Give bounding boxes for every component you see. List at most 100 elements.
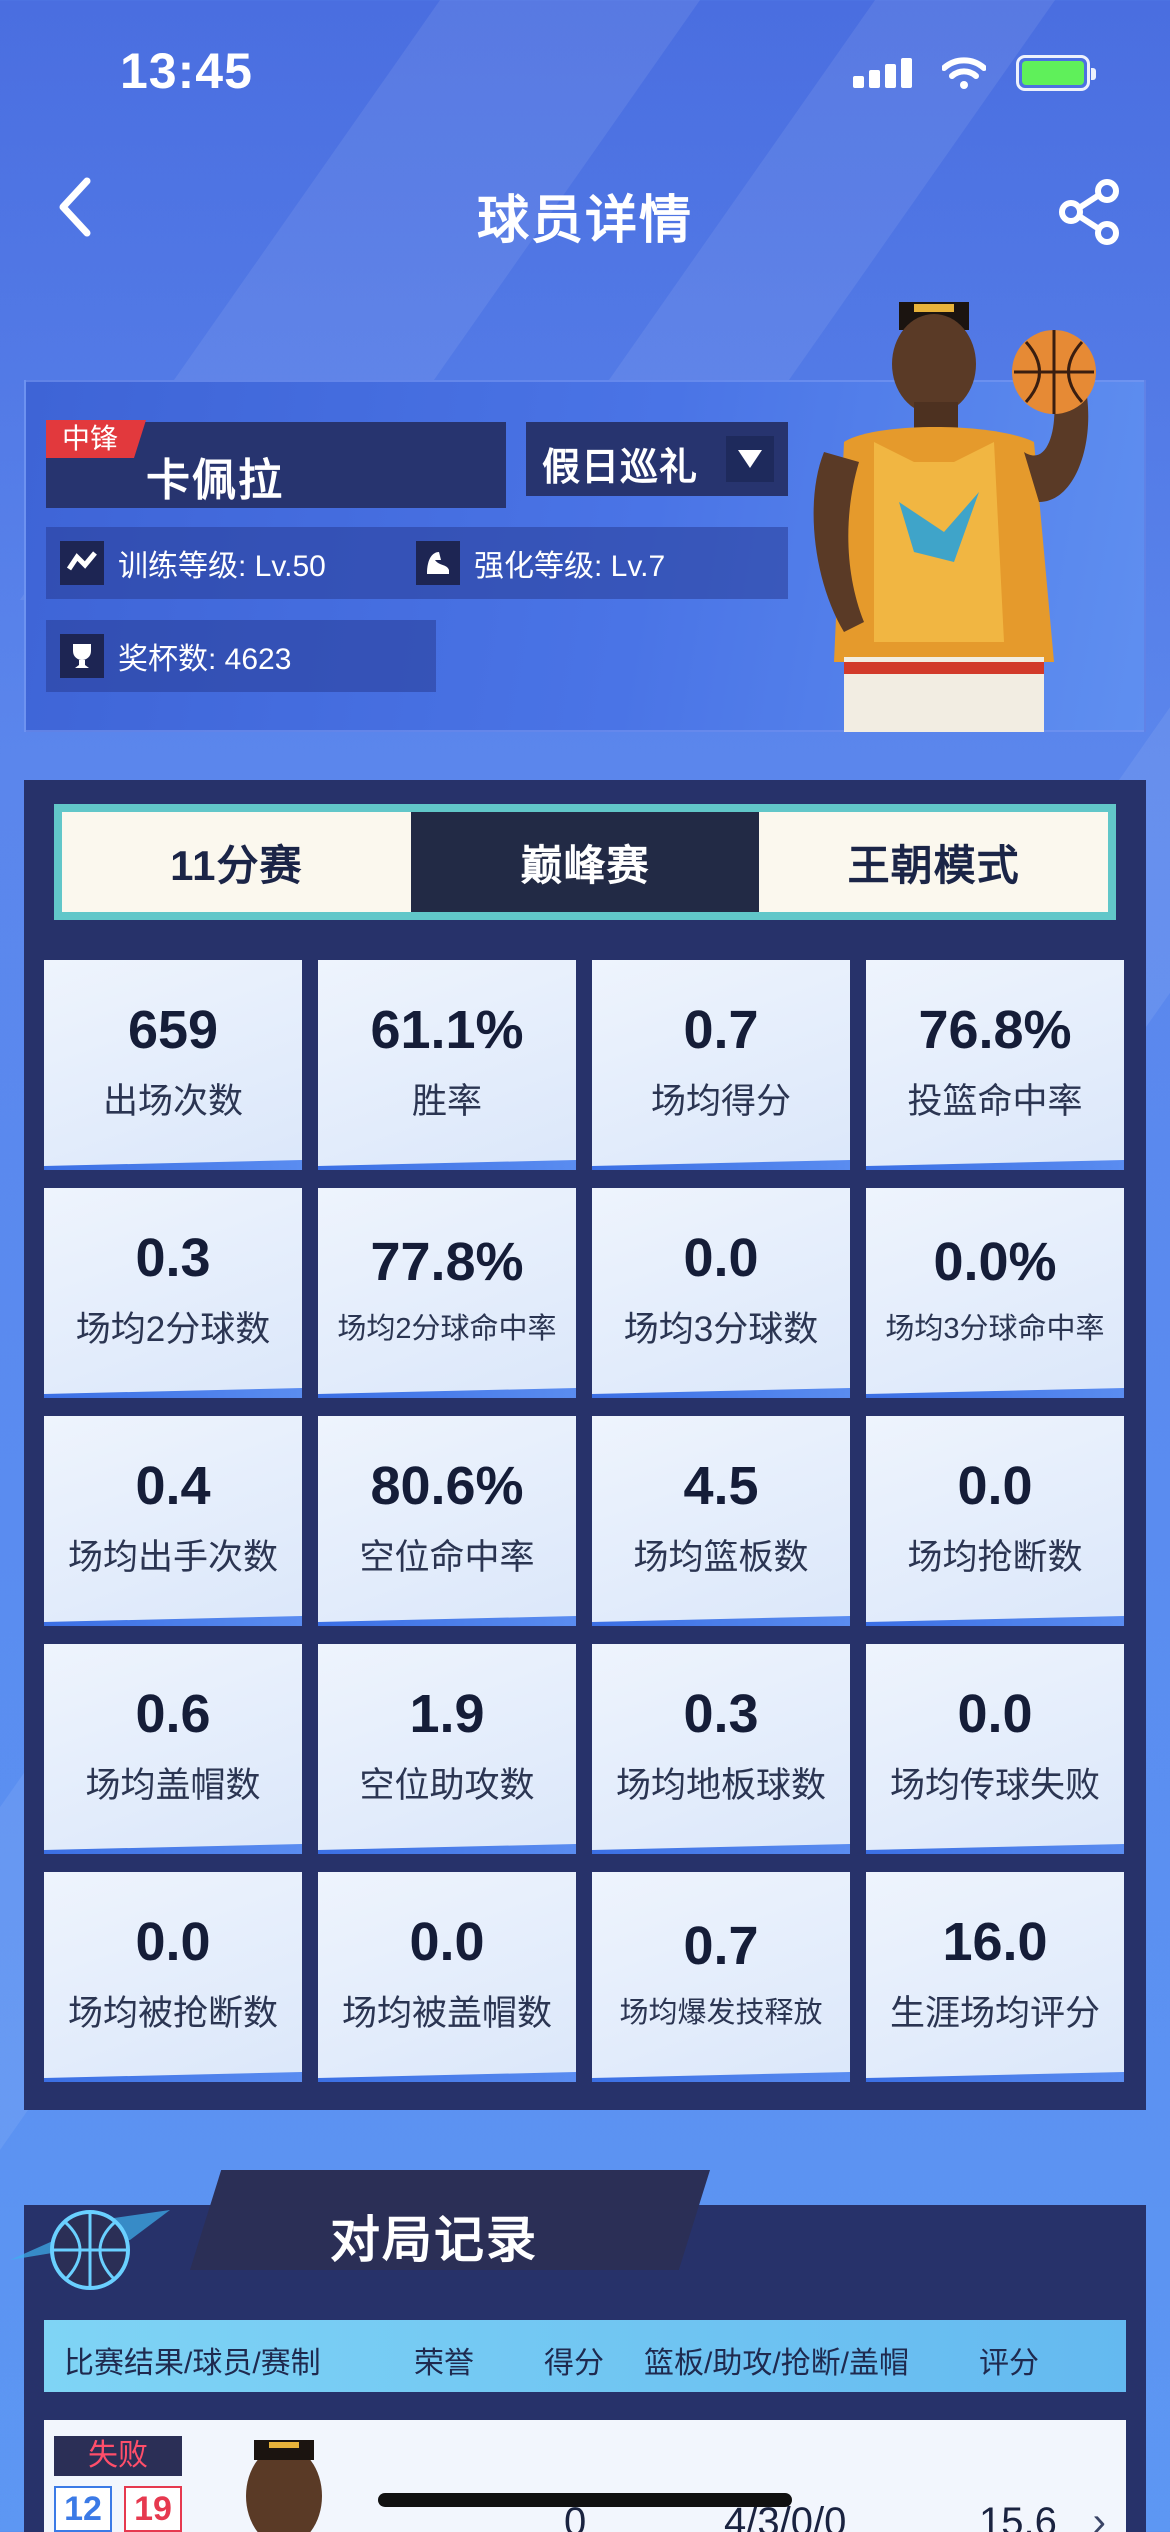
stat-value: 77.8% [370, 1232, 524, 1292]
trophy-count: 奖杯数: 4623 [60, 634, 291, 678]
training-level: 训练等级: Lv.50 [60, 541, 326, 585]
stat-cell: 659 出场次数 [44, 960, 302, 1170]
tabs-inner: 11分赛 巅峰赛 王朝模式 [62, 812, 1109, 912]
record-header: 对局记录 [0, 2150, 1170, 2300]
player-name-box: 中锋 卡佩拉 [46, 420, 506, 508]
stat-cell: 0.7 场均爆发技释放 [592, 1872, 850, 2082]
stat-value: 1.9 [409, 1683, 485, 1744]
stats-grid: 659 出场次数 61.1% 胜率 0.7 场均得分 76.8% 投篮命中率 0.3 场均2分球数… [44, 960, 1124, 2082]
stat-value: 0.0 [957, 1455, 1033, 1516]
wifi-icon [942, 57, 986, 89]
stat-label: 场均2分球数 [75, 1309, 271, 1349]
stat-label: 场均得分 [650, 1081, 791, 1121]
status-time: 13:45 [120, 43, 253, 99]
stat-label: 空位命中率 [359, 1537, 535, 1577]
stat-value: 0.0 [135, 1911, 211, 1972]
stat-value: 0.7 [683, 999, 759, 1060]
cellular-signal-icon [853, 58, 912, 88]
team-score: 12 [54, 2486, 112, 2532]
col-score: 得分 [544, 2347, 604, 2380]
position-tag: 中锋 [46, 420, 147, 458]
stat-cell: 0.0 场均被抢断数 [44, 1872, 302, 2082]
col-honor: 荣誉 [414, 2347, 474, 2380]
battery-icon [1016, 55, 1096, 91]
page-title: 球员详情 [476, 192, 693, 250]
stat-cell: 1.9 空位助攻数 [318, 1644, 576, 1854]
stat-value: 0.3 [683, 1683, 759, 1744]
skin-dropdown[interactable]: 假日巡礼 [526, 422, 788, 496]
stat-cell: 0.3 场均2分球数 [44, 1188, 302, 1398]
stat-value: 4.5 [683, 1455, 759, 1516]
muscle-icon [416, 541, 460, 585]
stat-label: 空位助攻数 [359, 1765, 535, 1805]
chevron-right-icon[interactable]: › [1093, 2500, 1106, 2532]
stat-label: 场均传球失败 [889, 1765, 1100, 1805]
stat-cell: 76.8% 投篮命中率 [866, 960, 1124, 1170]
stat-value: 61.1% [370, 999, 524, 1060]
stat-value: 0.0% [933, 1232, 1057, 1292]
stat-label: 场均3分球数 [623, 1309, 819, 1349]
enhance-level: 强化等级: Lv.7 [416, 541, 665, 585]
stat-cell: 0.0 场均传球失败 [866, 1644, 1124, 1854]
stats-panel: 11分赛 巅峰赛 王朝模式 659 出场次数 61.1% 胜率 0.7 场均得分 76.8%… [24, 780, 1146, 2110]
match-row[interactable]: 失败 12 19 0 4/3/0/0 15.6 › [44, 2420, 1126, 2532]
level-info-row: 训练等级: Lv.50 强化等级: Lv.7 [46, 527, 788, 599]
stat-label: 投篮命中率 [907, 1081, 1083, 1121]
training-icon [60, 541, 104, 585]
stat-cell: 80.6% 空位命中率 [318, 1416, 576, 1626]
stat-label: 场均2分球命中率 [337, 1313, 557, 1345]
stat-value: 16.0 [942, 1911, 1048, 1972]
stat-value: 659 [127, 999, 219, 1060]
nav-bar: 球员详情 [0, 160, 1170, 260]
row-rating: 15.6 [979, 2500, 1057, 2532]
stat-value: 0.7 [683, 1916, 759, 1976]
stat-label: 场均篮板数 [633, 1537, 809, 1577]
dropdown-arrow[interactable] [726, 436, 774, 482]
stat-cell: 4.5 场均篮板数 [592, 1416, 850, 1626]
col-detail: 篮板/助攻/抢断/盖帽 [644, 2347, 910, 2380]
share-icon [1059, 179, 1119, 245]
status-bar: 13:45 [0, 0, 1170, 150]
trophy-row: 奖杯数: 4623 [46, 620, 436, 692]
stat-cell: 0.0 场均抢断数 [866, 1416, 1124, 1626]
stat-value: 0.0 [409, 1911, 485, 1972]
player-portrait [813, 302, 1096, 732]
stat-value: 0.0 [683, 1227, 759, 1288]
mode-tabs: 11分赛 巅峰赛 王朝模式 [54, 804, 1116, 920]
result-tag: 失败 [54, 2436, 182, 2476]
stat-label: 生涯场均评分 [889, 1993, 1100, 2033]
col-rating: 评分 [979, 2347, 1039, 2380]
stat-value: 80.6% [370, 1455, 524, 1516]
player-card: 中锋 卡佩拉 假日巡礼 训练等级: Lv.50 强化等级: Lv.7 奖杯数: … [24, 302, 1146, 732]
stat-value: 0.0 [957, 1683, 1033, 1744]
player-avatar [224, 2426, 344, 2532]
stat-cell: 61.1% 胜率 [318, 960, 576, 1170]
skin-label: 假日巡礼 [542, 447, 699, 489]
trophy-count-text: 奖杯数: 4623 [118, 643, 292, 676]
stat-label: 场均被盖帽数 [341, 1993, 552, 2033]
training-level-text: 训练等级: Lv.50 [118, 550, 326, 583]
stat-cell: 77.8% 场均2分球命中率 [318, 1188, 576, 1398]
stat-label: 场均抢断数 [907, 1537, 1083, 1577]
record-title: 对局记录 [330, 2212, 538, 2268]
tab-peak[interactable]: 巅峰赛 [410, 812, 760, 912]
stat-value: 0.3 [135, 1227, 211, 1288]
stat-cell: 0.7 场均得分 [592, 960, 850, 1170]
trophy-icon [60, 634, 104, 678]
tab-dynasty[interactable]: 王朝模式 [759, 812, 1109, 912]
stat-value: 76.8% [918, 999, 1072, 1060]
stat-cell: 0.6 场均盖帽数 [44, 1644, 302, 1854]
tab-11-point[interactable]: 11分赛 [62, 812, 411, 912]
triangle-down-icon [738, 450, 762, 468]
stat-label: 场均盖帽数 [85, 1765, 261, 1805]
player-name: 卡佩拉 [146, 456, 284, 505]
share-button[interactable] [1050, 172, 1130, 252]
stat-label: 场均3分球命中率 [885, 1313, 1105, 1345]
stat-cell: 16.0 生涯场均评分 [866, 1872, 1124, 2082]
stat-label: 场均被抢断数 [67, 1993, 278, 2033]
col-result: 比赛结果/球员/赛制 [64, 2347, 321, 2380]
stat-cell: 0.0% 场均3分球命中率 [866, 1188, 1124, 1398]
record-column-header: 比赛结果/球员/赛制 荣誉 得分 篮板/助攻/抢断/盖帽 评分 [44, 2320, 1126, 2392]
stat-cell: 0.3 场均地板球数 [592, 1644, 850, 1854]
home-indicator [378, 2493, 792, 2507]
